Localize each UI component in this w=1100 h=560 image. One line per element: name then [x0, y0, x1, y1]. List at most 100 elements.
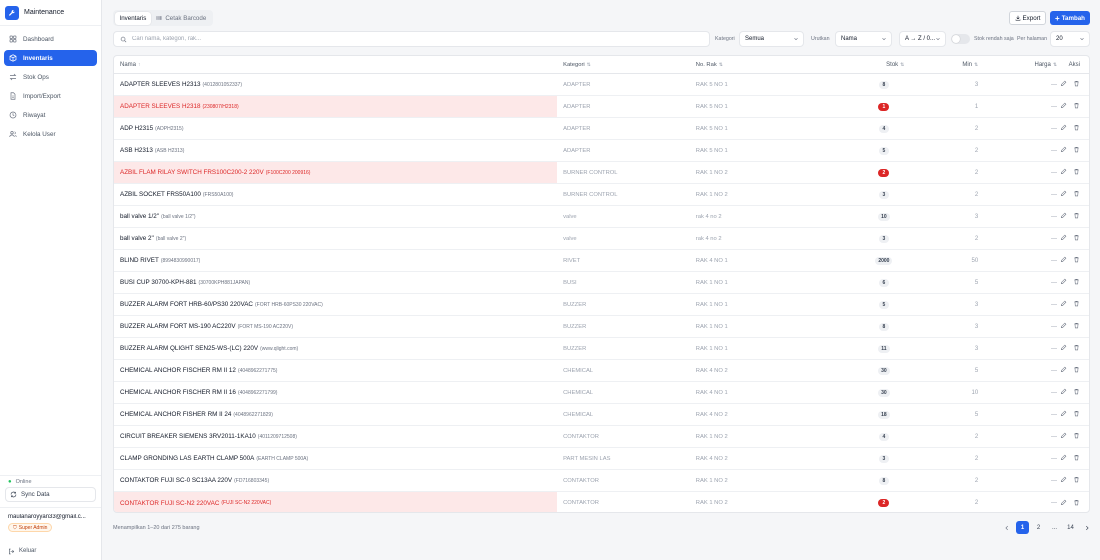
trash-icon[interactable] [1073, 190, 1080, 199]
page-button-14[interactable]: 14 [1064, 521, 1077, 534]
table-row[interactable]: CIRCUIT BREAKER SIEMENS 3RV2011-1KA10 (40… [114, 426, 1089, 448]
table-row[interactable]: ADAPTER SLEEVES H2318 (230807/H2318) ADAPT… [114, 96, 1089, 118]
trash-icon[interactable] [1073, 366, 1080, 375]
sidebar-item-inventaris[interactable]: Inventaris [4, 50, 97, 66]
tab-inventaris[interactable]: Inventaris [114, 11, 152, 25]
table-row[interactable]: ASB H2313 (ASB H2313) ADAPTER RAK 5 NO 1 5 2 — [114, 140, 1089, 162]
trash-icon[interactable] [1073, 410, 1080, 419]
edit-icon[interactable] [1060, 344, 1067, 353]
trash-icon[interactable] [1073, 124, 1080, 133]
table-row[interactable]: CHEMICAL ANCHOR FISHER RM II 24 (40489622… [114, 404, 1089, 426]
sidebar-item-kelola-user[interactable]: Kelola User [4, 126, 97, 142]
sort-order-select[interactable]: A → Z / 0... [899, 31, 946, 47]
next-page-button[interactable] [1080, 521, 1093, 534]
edit-icon[interactable] [1060, 168, 1067, 177]
edit-icon[interactable] [1060, 432, 1067, 441]
sidebar-item-riwayat[interactable]: Riwayat [4, 107, 97, 123]
page-ellipsis: ... [1051, 524, 1057, 531]
trash-icon[interactable] [1073, 102, 1080, 111]
cell-category: ADAPTER [563, 81, 591, 88]
edit-icon[interactable] [1060, 410, 1067, 419]
search-input[interactable] [132, 36, 692, 42]
table-row[interactable]: ADAPTER SLEEVES H2313 (4012801052337) ADAP… [114, 74, 1089, 96]
trash-icon[interactable] [1073, 80, 1080, 89]
tab-cetak-barcode[interactable]: Cetak Barcode [151, 12, 211, 25]
kategori-select[interactable]: Semua [739, 31, 804, 47]
sync-data-button[interactable]: Sync Data [5, 487, 96, 502]
col-header-name[interactable]: Nama ↑ [114, 56, 557, 73]
edit-icon[interactable] [1060, 499, 1067, 508]
edit-icon[interactable] [1060, 212, 1067, 221]
table-row[interactable]: CONTAKTOR FUJI SC-N2 220VAC (FUJI SC-N2 2… [114, 492, 1089, 512]
edit-icon[interactable] [1060, 80, 1067, 89]
trash-icon[interactable] [1073, 388, 1080, 397]
trash-icon[interactable] [1073, 168, 1080, 177]
edit-icon[interactable] [1060, 124, 1067, 133]
sidebar-item-dashboard[interactable]: Dashboard [4, 31, 97, 47]
col-header-category[interactable]: Kategori ⇅ [557, 62, 696, 68]
export-button[interactable]: Export [1009, 11, 1046, 25]
edit-icon[interactable] [1060, 146, 1067, 155]
edit-icon[interactable] [1060, 256, 1067, 265]
refresh-icon [10, 491, 17, 498]
edit-icon[interactable] [1060, 102, 1067, 111]
table-row[interactable]: CONTAKTOR FUJI SC-0 SC13AA 220V (FD716803… [114, 470, 1089, 492]
edit-icon[interactable] [1060, 476, 1067, 485]
edit-icon[interactable] [1060, 190, 1067, 199]
col-header-rak[interactable]: No. Rak ⇅ [696, 62, 864, 68]
table-row[interactable]: BUZZER ALARM FORT MS-190 AC220V (FORT MS-… [114, 316, 1089, 338]
page-button-2[interactable]: 2 [1032, 521, 1045, 534]
sort-field-select[interactable]: Nama [835, 31, 892, 47]
table-row[interactable]: AZBIL SOCKET FRS50A100 (FRS50A100) BURNER … [114, 184, 1089, 206]
trash-icon[interactable] [1073, 146, 1080, 155]
edit-icon[interactable] [1060, 366, 1067, 375]
stock-badge: 8 [878, 80, 889, 89]
table-row[interactable]: ball valve 2'' (ball valve 2'') valve rak 4… [114, 228, 1089, 250]
table-row[interactable]: CHEMICAL ANCHOR FISCHER RM II 16 (4048962… [114, 382, 1089, 404]
col-header-stok[interactable]: Stok ⇅ [863, 62, 904, 68]
per-page-select[interactable]: 20 [1050, 31, 1090, 47]
trash-icon[interactable] [1073, 499, 1080, 508]
trash-icon[interactable] [1073, 256, 1080, 265]
page-button-1[interactable]: 1 [1016, 521, 1029, 534]
trash-icon[interactable] [1073, 234, 1080, 243]
trash-icon[interactable] [1073, 212, 1080, 221]
stock-badge: 1 [878, 102, 890, 111]
low-stock-toggle[interactable] [951, 34, 970, 44]
trash-icon[interactable] [1073, 476, 1080, 485]
trash-icon[interactable] [1073, 300, 1080, 309]
table-row[interactable]: BLIND RIVET (8994830990017) RIVET RAK 4 NO … [114, 250, 1089, 272]
logout-button[interactable]: Keluar [0, 542, 101, 560]
edit-icon[interactable] [1060, 278, 1067, 287]
table-row[interactable]: ball valve 1/2'' (ball valve 1/2'') valve r… [114, 206, 1089, 228]
table-row[interactable]: BUSI CUP 30700-KPH-881 (30700KPH881JAPAN)… [114, 272, 1089, 294]
col-header-min[interactable]: Min ⇅ [904, 62, 978, 68]
trash-icon[interactable] [1073, 454, 1080, 463]
trash-icon[interactable] [1073, 432, 1080, 441]
edit-icon[interactable] [1060, 300, 1067, 309]
stock-badge: 8 [878, 476, 889, 485]
edit-icon[interactable] [1060, 454, 1067, 463]
trash-icon[interactable] [1073, 322, 1080, 331]
cell-min: 3 [974, 345, 979, 352]
sidebar-item-stok-ops[interactable]: Stok Ops [4, 69, 97, 85]
prev-page-button[interactable] [1000, 521, 1013, 534]
cell-harga: — [1051, 169, 1058, 176]
col-header-harga[interactable]: Harga ⇅ [978, 62, 1058, 68]
add-item-button[interactable]: + Tambah [1050, 11, 1090, 25]
trash-icon[interactable] [1073, 278, 1080, 287]
edit-icon[interactable] [1060, 388, 1067, 397]
table-row[interactable]: BUZZER ALARM FORT HRB-60/PS30 220VAC (FOR… [114, 294, 1089, 316]
table-row[interactable]: CHEMICAL ANCHOR FISCHER RM II 12 (4048962… [114, 360, 1089, 382]
item-code: (4012801052337) [202, 81, 242, 88]
cell-category: valve [563, 213, 577, 220]
table-row[interactable]: ADP H2315 (ADPH2315) ADAPTER RAK 5 NO 1 4 2 — [114, 118, 1089, 140]
table-row[interactable]: BUZZER ALARM QLIGHT SEN25-WS-(LC) 220V (w… [114, 338, 1089, 360]
trash-icon[interactable] [1073, 344, 1080, 353]
table-row[interactable]: AZBIL FLAM RILAY SWITCH FRS100C200-2 220… [114, 162, 1089, 184]
cell-rak: RAK 1 NO 2 [695, 477, 728, 484]
edit-icon[interactable] [1060, 322, 1067, 331]
table-row[interactable]: CLAMP GRONDING LAS EARTH CLAMP 500A (EART… [114, 448, 1089, 470]
sidebar-item-import-export[interactable]: Import/Export [4, 88, 97, 104]
edit-icon[interactable] [1060, 234, 1067, 243]
